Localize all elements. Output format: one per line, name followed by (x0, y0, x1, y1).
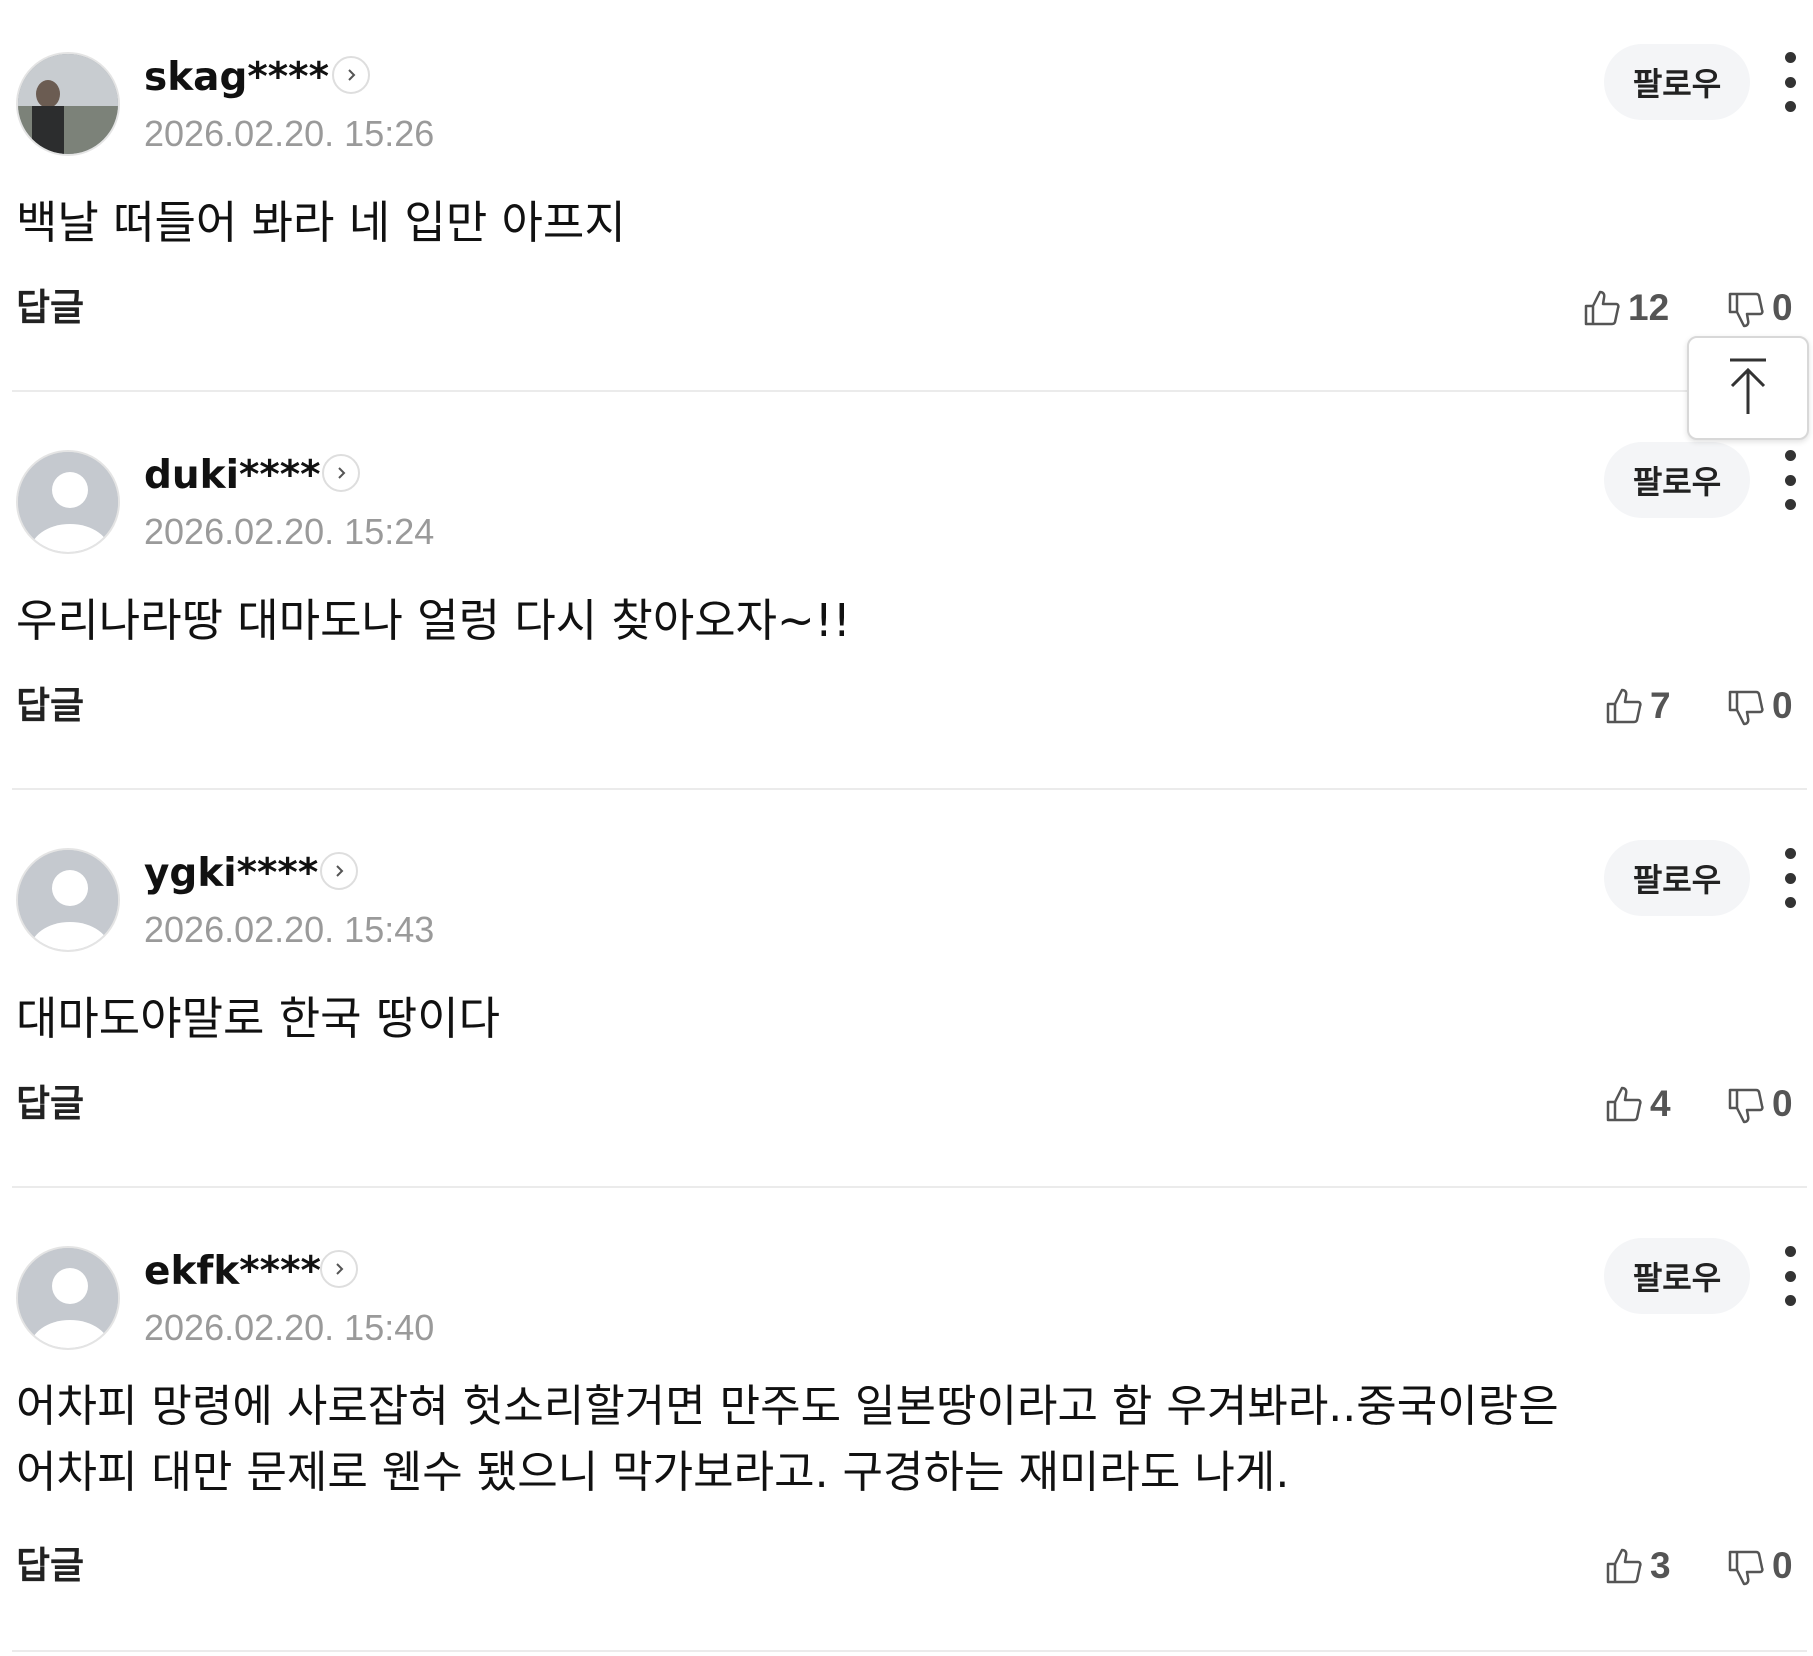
more-vertical-icon[interactable] (1780, 848, 1800, 908)
thumbs-down-icon (1726, 1084, 1766, 1124)
thumbs-up-icon (1604, 1546, 1644, 1586)
default-avatar-icon (18, 850, 118, 950)
like-count: 4 (1650, 1083, 1671, 1124)
timestamp: 2026.02.20. 15:40 (144, 1307, 435, 1348)
avatar[interactable] (16, 1246, 120, 1350)
chevron-right-icon[interactable] (320, 852, 358, 890)
follow-button[interactable]: 팔로우 (1604, 442, 1750, 518)
timestamp: 2026.02.20. 15:26 (144, 113, 435, 154)
username[interactable]: ygki**** (144, 850, 318, 898)
more-vertical-icon[interactable] (1780, 450, 1800, 510)
thumbs-up-icon (1604, 686, 1644, 726)
thumbs-up-icon (1582, 288, 1622, 328)
timestamp: 2026.02.20. 15:43 (144, 909, 435, 950)
comment-item: ygki**** 2026.02.20. 15:43 팔로우 대마도야말로 한국… (12, 840, 1807, 1188)
comment-text: 백날 떠들어 봐라 네 입만 아프지 (16, 196, 626, 249)
thumbs-down-icon (1726, 1546, 1766, 1586)
chevron-right-icon[interactable] (320, 1250, 358, 1288)
username[interactable]: ekfk**** (144, 1248, 321, 1296)
like-count: 7 (1650, 685, 1671, 726)
chevron-right-icon[interactable] (332, 56, 370, 94)
arrow-up-to-top-icon (1724, 354, 1772, 422)
chevron-right-icon[interactable] (322, 454, 360, 492)
reply-button[interactable]: 답글 (16, 1544, 84, 1588)
timestamp: 2026.02.20. 15:24 (144, 511, 435, 552)
like-button[interactable]: 12 (1582, 286, 1669, 330)
comment-item: duki**** 2026.02.20. 15:24 팔로우 우리나라땅 대마도… (12, 442, 1807, 790)
avatar[interactable] (16, 450, 120, 554)
reply-button[interactable]: 답글 (16, 1082, 84, 1126)
dislike-count: 0 (1772, 1545, 1793, 1586)
username[interactable]: skag**** (144, 54, 329, 102)
comment-item: ekfk**** 2026.02.20. 15:40 팔로우 어차피 망령에 사… (12, 1238, 1807, 1652)
like-button[interactable]: 4 (1604, 1082, 1671, 1126)
dislike-count: 0 (1772, 287, 1793, 328)
username[interactable]: duki**** (144, 452, 321, 500)
dislike-count: 0 (1772, 1083, 1793, 1124)
reply-button[interactable]: 답글 (16, 286, 84, 330)
default-avatar-icon (18, 452, 118, 552)
more-vertical-icon[interactable] (1780, 52, 1800, 112)
comment-text: 어차피 망령에 사로잡혀 헛소리할거면 만주도 일본땅이라고 함 우겨봐라..중… (16, 1381, 1559, 1498)
comment-text: 대마도야말로 한국 땅이다 (16, 992, 501, 1045)
dislike-button[interactable]: 0 (1726, 1544, 1793, 1588)
like-button[interactable]: 3 (1604, 1544, 1671, 1588)
avatar[interactable] (16, 52, 120, 156)
like-button[interactable]: 7 (1604, 684, 1671, 728)
dislike-button[interactable]: 0 (1726, 286, 1793, 330)
comment-text: 우리나라땅 대마도나 얼렁 다시 찾아오자~!! (16, 594, 851, 647)
dislike-button[interactable]: 0 (1726, 1082, 1793, 1126)
thumbs-down-icon (1726, 686, 1766, 726)
thumbs-down-icon (1726, 288, 1766, 328)
like-count: 3 (1650, 1545, 1671, 1586)
follow-button[interactable]: 팔로우 (1604, 1238, 1750, 1314)
like-count: 12 (1628, 287, 1670, 328)
reply-button[interactable]: 답글 (16, 684, 84, 728)
follow-button[interactable]: 팔로우 (1604, 840, 1750, 916)
scroll-to-top-button[interactable] (1687, 336, 1809, 440)
comment-item: skag**** 2026.02.20. 15:26 팔로우 백날 떠들어 봐라… (12, 44, 1807, 392)
dislike-button[interactable]: 0 (1726, 684, 1793, 728)
dislike-count: 0 (1772, 685, 1793, 726)
thumbs-up-icon (1604, 1084, 1644, 1124)
follow-button[interactable]: 팔로우 (1604, 44, 1750, 120)
default-avatar-icon (18, 1248, 118, 1348)
avatar[interactable] (16, 848, 120, 952)
more-vertical-icon[interactable] (1780, 1246, 1800, 1306)
